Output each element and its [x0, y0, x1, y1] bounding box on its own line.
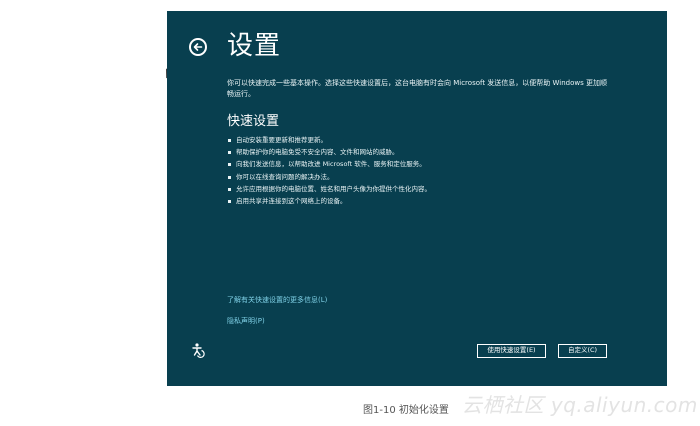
express-settings-button[interactable]: 使用快速设置(E) [477, 344, 546, 358]
page-description: 你可以快速完成一些基本操作。选择这些快速设置后，这台电脑有时会向 Microso… [227, 79, 608, 98]
list-item: 允许应用根据你的电脑位置、姓名和用户头像为你提供个性化内容。 [227, 183, 431, 195]
express-settings-list: 自动安装重要更新和推荐更新。 帮助保护你的电脑免受不安全内容、文件和网站的威胁。… [227, 134, 431, 207]
list-item: 向我们发送信息，以帮助改进 Microsoft 软件、服务和定位服务。 [227, 158, 431, 170]
list-item: 帮助保护你的电脑免受不安全内容、文件和网站的威胁。 [227, 146, 431, 158]
back-arrow-glyph [193, 43, 203, 51]
setup-screen: 设置 你可以快速完成一些基本操作。选择这些快速设置后，这台电脑有时会向 Micr… [167, 11, 667, 386]
back-arrow-icon[interactable] [189, 38, 207, 56]
section-title: 快速设置 [227, 114, 280, 129]
ease-of-access-icon[interactable] [191, 342, 207, 358]
customize-button[interactable]: 自定义(C) [558, 344, 607, 358]
watermark: 云栖社区 yq.aliyun.com [462, 393, 698, 417]
figure-caption: 图1-10 初始化设置 [363, 405, 449, 416]
list-item: 启用共享并连接到这个网络上的设备。 [227, 195, 431, 207]
list-item: 自动安装重要更新和推荐更新。 [227, 134, 431, 146]
page-title: 设置 [227, 31, 282, 61]
privacy-link[interactable]: 隐私声明(P) [227, 316, 265, 326]
list-item: 你可以在线查询问题的解决办法。 [227, 171, 431, 183]
learn-more-link[interactable]: 了解有关快速设置的更多信息(L) [227, 295, 327, 305]
